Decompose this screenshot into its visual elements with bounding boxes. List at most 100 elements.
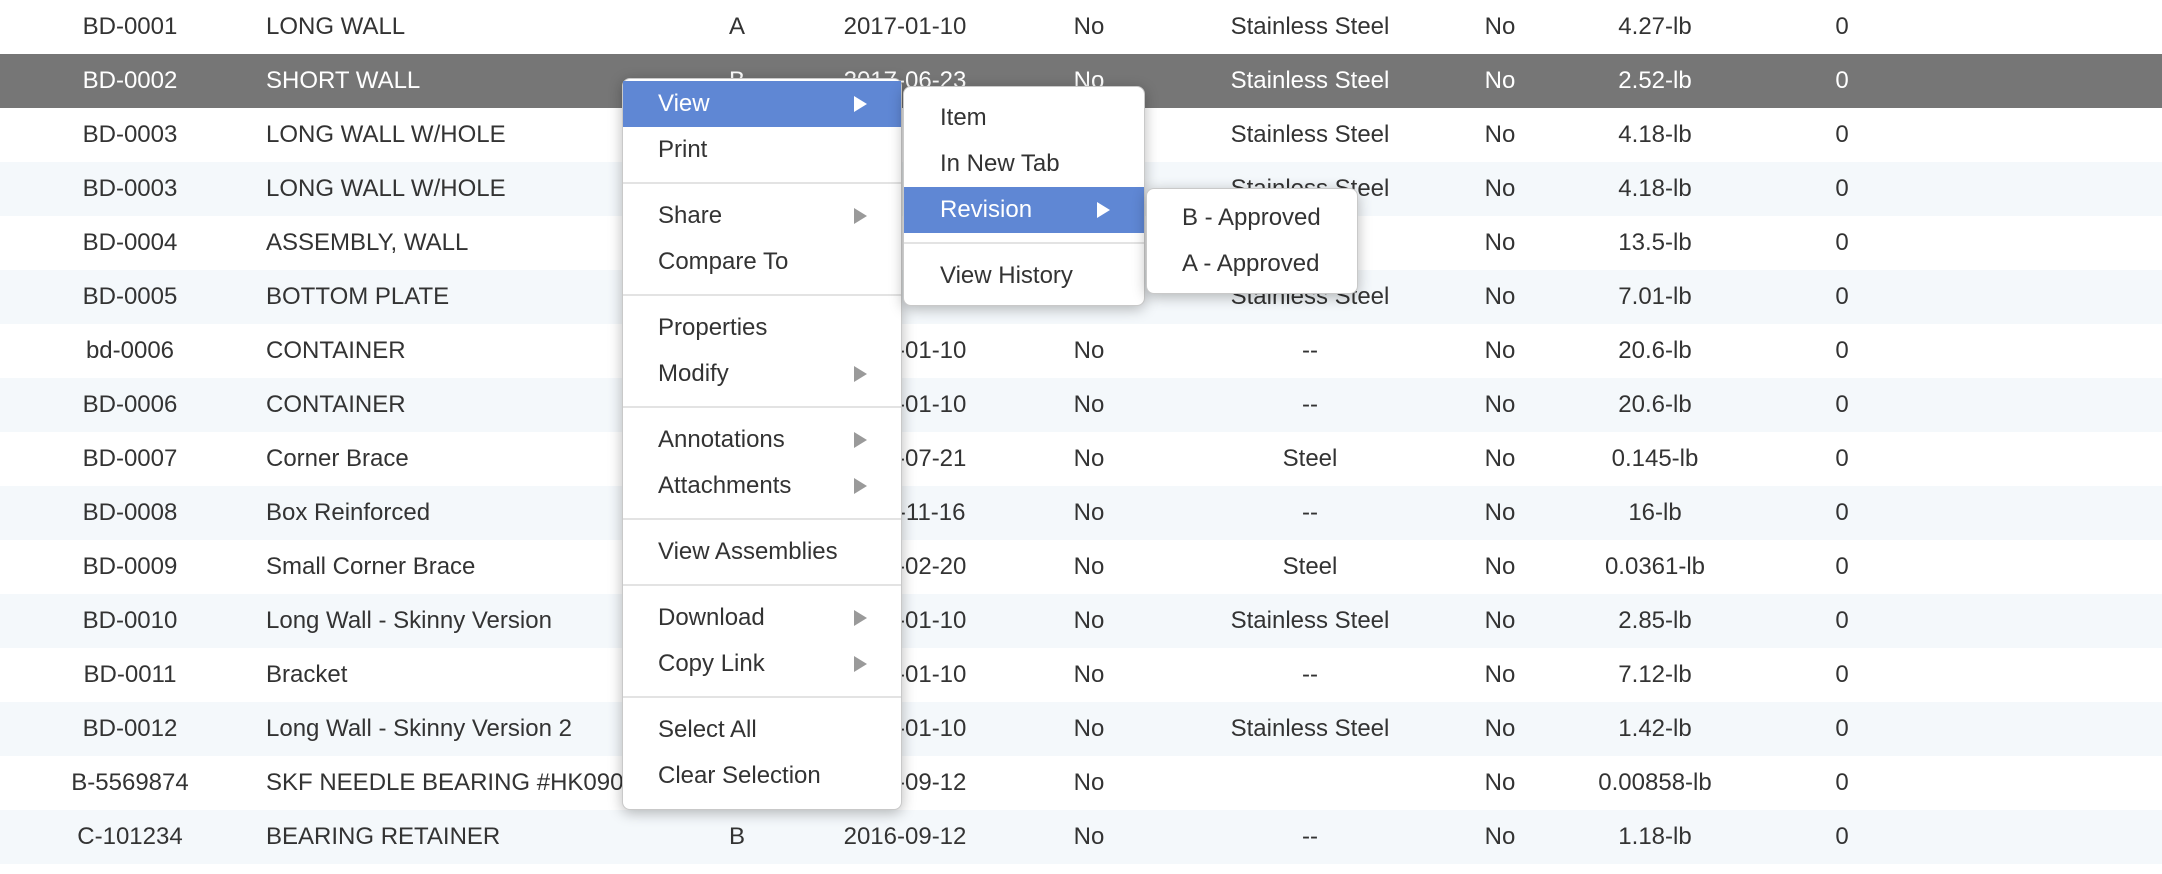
weight-cell: 4.18-lb (1618, 175, 1692, 202)
part-name-cell: Long Wall - Skinny Version (266, 607, 552, 634)
table-row[interactable]: bd-0006 CONTAINER 2017-01-10 No -- No 20.6-lb 0 (0, 324, 2162, 378)
menu-item-view[interactable]: View (623, 81, 901, 127)
menu-separator (623, 584, 901, 586)
count-cell: 0 (1835, 13, 1849, 40)
table-row[interactable]: BD-0008 Box Reinforced 2017-11-16 No -- No 16-… (0, 486, 2162, 540)
material-cell: -- (1302, 499, 1318, 526)
flag-cell: No (1484, 175, 1516, 202)
flag-cell: No (1484, 67, 1516, 94)
menu-item-revision[interactable]: Revision (904, 187, 1144, 233)
submenu-arrow-icon (854, 610, 867, 626)
table-row[interactable]: C-101234 BEARING RETAINER B 2016-09-12 No -- N… (0, 810, 2162, 864)
menu-item-properties[interactable]: Properties (623, 305, 901, 351)
part-number-cell: BD-0006 (82, 391, 178, 418)
part-name-cell: Small Corner Brace (266, 553, 476, 580)
part-number-cell: BD-0004 (82, 229, 178, 256)
part-name-cell: ASSEMBLY, WALL (266, 229, 469, 256)
menu-item-share[interactable]: Share (623, 193, 901, 239)
weight-cell: 20.6-lb (1618, 391, 1692, 418)
table-row[interactable]: BD-0010 Long Wall - Skinny Version 2017-01… (0, 594, 2162, 648)
count-cell: 0 (1835, 715, 1849, 742)
flag-cell: No (1484, 391, 1516, 418)
material-cell: -- (1302, 661, 1318, 688)
menu-item-label: Item (940, 104, 987, 131)
menu-item-clear-selection[interactable]: Clear Selection (623, 753, 901, 799)
date-cell: 2016-09-12 (843, 823, 967, 850)
part-number-cell: B-5569874 (71, 769, 189, 796)
part-number-cell: BD-0007 (82, 445, 178, 472)
menu-item-print[interactable]: Print (623, 127, 901, 173)
flag-cell: No (1484, 283, 1516, 310)
flag-cell: No (1484, 769, 1516, 796)
flag-cell: No (1073, 769, 1105, 796)
table-row[interactable]: BD-0007 Corner Brace 2017-07-21 No Steel No 0.… (0, 432, 2162, 486)
part-name-cell: BEARING RETAINER (266, 823, 501, 850)
count-cell: 0 (1835, 283, 1849, 310)
menu-item-view-history[interactable]: View History (904, 253, 1144, 299)
table-row[interactable]: BD-0006 CONTAINER 2017-01-10 No -- No 20.6-lb 0 (0, 378, 2162, 432)
count-cell: 0 (1835, 121, 1849, 148)
menu-item-modify[interactable]: Modify (623, 351, 901, 397)
flag-cell: No (1484, 121, 1516, 148)
menu-item-view-assemblies[interactable]: View Assemblies (623, 529, 901, 575)
submenu-arrow-icon (854, 656, 867, 672)
view-submenu: Item In New Tab Revision View History (903, 86, 1145, 306)
weight-cell: 0.145-lb (1611, 445, 1699, 472)
material-cell: Stainless Steel (1230, 121, 1390, 148)
count-cell: 0 (1835, 229, 1849, 256)
menu-item-label: Revision (940, 196, 1033, 223)
count-cell: 0 (1835, 823, 1849, 850)
count-cell: 0 (1835, 607, 1849, 634)
menu-item-download[interactable]: Download (623, 595, 901, 641)
menu-item-attachments[interactable]: Attachments (623, 463, 901, 509)
menu-item-compare-to[interactable]: Compare To (623, 239, 901, 285)
part-name-cell: CONTAINER (266, 391, 406, 418)
weight-cell: 16-lb (1628, 499, 1682, 526)
menu-item-a-approved[interactable]: A - Approved (1147, 241, 1357, 287)
submenu-arrow-icon (1097, 202, 1110, 218)
flag-cell: No (1073, 13, 1105, 40)
flag-cell: No (1484, 715, 1516, 742)
flag-cell: No (1073, 391, 1105, 418)
revision-submenu: B - Approved A - Approved (1146, 188, 1358, 294)
menu-separator (623, 696, 901, 698)
flag-cell: No (1484, 499, 1516, 526)
part-number-cell: BD-0003 (82, 175, 178, 202)
flag-cell: No (1073, 661, 1105, 688)
material-cell: -- (1302, 391, 1318, 418)
flag-cell: No (1484, 553, 1516, 580)
menu-item-item[interactable]: Item (904, 95, 1144, 141)
weight-cell: 2.85-lb (1618, 607, 1692, 634)
menu-separator (623, 518, 901, 520)
table-row[interactable]: BD-0009 Small Corner Brace 2018-02-20 No Ste… (0, 540, 2162, 594)
material-cell: Stainless Steel (1230, 607, 1390, 634)
part-name-cell: BOTTOM PLATE (266, 283, 450, 310)
table-row[interactable]: B-5569874 SKF NEEDLE BEARING #HK0908 2016-… (0, 756, 2162, 810)
part-name-cell: LONG WALL W/HOLE (266, 175, 506, 202)
part-number-cell: BD-0005 (82, 283, 178, 310)
menu-item-annotations[interactable]: Annotations (623, 417, 901, 463)
material-cell: Stainless Steel (1230, 715, 1390, 742)
material-cell: Steel (1282, 553, 1338, 580)
count-cell: 0 (1835, 445, 1849, 472)
part-number-cell: BD-0003 (82, 121, 178, 148)
flag-cell: No (1484, 229, 1516, 256)
menu-item-label: View History (940, 262, 1073, 289)
submenu-arrow-icon (854, 478, 867, 494)
menu-item-b-approved[interactable]: B - Approved (1147, 195, 1357, 241)
revision-cell: A (728, 13, 745, 40)
menu-item-select-all[interactable]: Select All (623, 707, 901, 753)
menu-item-in-new-tab[interactable]: In New Tab (904, 141, 1144, 187)
table-row[interactable]: BD-0001 LONG WALL A 2017-01-10 No Stainless S… (0, 0, 2162, 54)
menu-item-label: B - Approved (1182, 204, 1321, 231)
submenu-arrow-icon (854, 96, 867, 112)
submenu-arrow-icon (854, 432, 867, 448)
part-number-cell: BD-0011 (83, 661, 177, 688)
menu-item-label: In New Tab (940, 150, 1060, 177)
menu-item-label: Select All (658, 716, 757, 743)
table-row[interactable]: BD-0012 Long Wall - Skinny Version 2 2017-… (0, 702, 2162, 756)
flag-cell: No (1073, 337, 1105, 364)
part-number-cell: BD-0012 (82, 715, 178, 742)
table-row[interactable]: BD-0011 Bracket 2017-01-10 No -- No 7.12-lb 0 (0, 648, 2162, 702)
menu-item-copy-link[interactable]: Copy Link (623, 641, 901, 687)
